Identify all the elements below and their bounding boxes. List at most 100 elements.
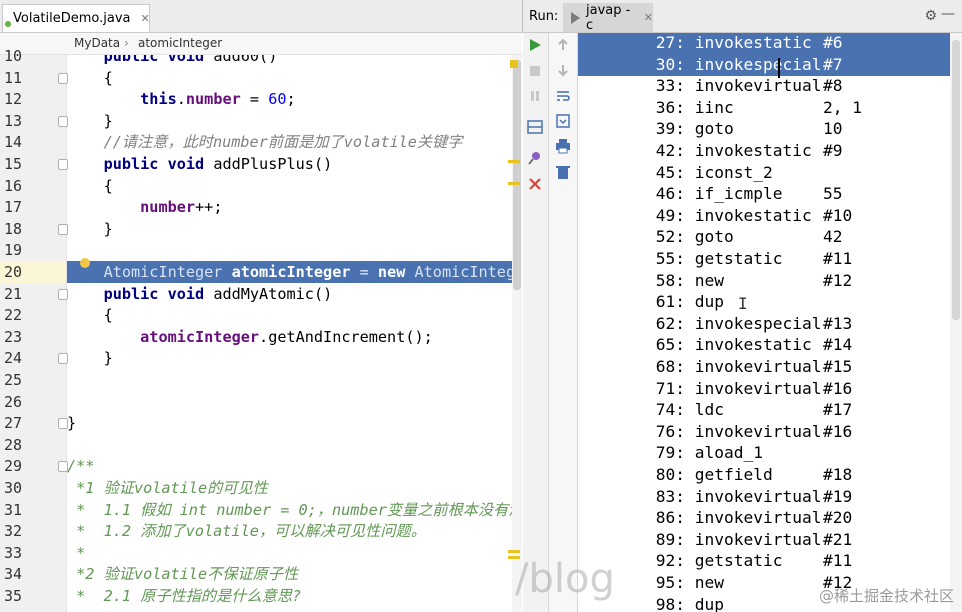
- bytecode-offset: 58:: [655, 270, 685, 290]
- console-line[interactable]: 76: invokevirtual#16: [578, 421, 962, 443]
- console-line[interactable]: 89: invokevirtual#21: [578, 529, 962, 551]
- dump-threads-button[interactable]: [527, 119, 543, 135]
- code-line[interactable]: {: [67, 67, 522, 89]
- bytecode-instruction: invokespecial: [685, 313, 822, 333]
- code-line[interactable]: public void addMyAtomic(): [67, 283, 522, 305]
- bytecode-operand: #15: [823, 357, 853, 376]
- console-line[interactable]: 92: getstatic #11: [578, 550, 962, 572]
- breadcrumb-field[interactable]: atomicInteger: [138, 36, 222, 50]
- rerun-button[interactable]: [527, 37, 543, 53]
- code-line[interactable]: }: [67, 412, 522, 434]
- console-line[interactable]: 83: invokevirtual#19: [578, 486, 962, 508]
- console-line[interactable]: 62: invokespecial#13: [578, 313, 962, 335]
- code-line[interactable]: public void addPlusPlus(): [67, 153, 522, 175]
- warning-marker[interactable]: [508, 182, 520, 185]
- run-toolbar: [523, 33, 549, 612]
- console-line[interactable]: 46: if_icmple 55: [578, 183, 962, 205]
- console-line[interactable]: 36: iinc 2, 1: [578, 97, 962, 119]
- line-number: 30: [3, 479, 22, 497]
- gear-icon[interactable]: ⚙: [924, 8, 937, 24]
- run-label: Run:: [529, 9, 559, 24]
- bytecode-offset: 27:: [655, 33, 685, 52]
- console-line[interactable]: 39: goto 10: [578, 118, 962, 140]
- code-line[interactable]: * 1.1 假如 int number = 0;，number变量之前根本没有添…: [67, 499, 522, 521]
- code-line[interactable]: *: [67, 542, 522, 564]
- code-line[interactable]: * 2.1 原子性指的是什么意思?: [67, 585, 522, 607]
- code-line[interactable]: [67, 434, 522, 456]
- code-line[interactable]: [67, 239, 522, 261]
- console-line[interactable]: 52: goto 42: [578, 226, 962, 248]
- console-line[interactable]: 33: invokevirtual#8: [578, 75, 962, 97]
- console-line[interactable]: 58: new #12: [578, 270, 962, 292]
- console-line[interactable]: 80: getfield #18: [578, 464, 962, 486]
- code-line[interactable]: atomicInteger.getAndIncrement();: [67, 326, 522, 348]
- console-line[interactable]: 71: invokevirtual#16: [578, 378, 962, 400]
- bytecode-offset: 45:: [655, 162, 685, 182]
- line-number: 17: [3, 198, 22, 217]
- code-line[interactable]: public void add60(): [67, 55, 522, 67]
- bytecode-instruction: if_icmple: [685, 184, 783, 204]
- code-line[interactable]: }: [67, 110, 522, 132]
- console-line[interactable]: 65: invokestatic #14: [578, 334, 962, 356]
- editor-scrollbar-thumb[interactable]: [513, 60, 521, 290]
- close-run-tab-icon[interactable]: ✕: [644, 11, 653, 24]
- code-line[interactable]: AtomicInteger atomicInteger = new Atomic…: [67, 261, 522, 283]
- code-line[interactable]: [67, 391, 522, 413]
- code-line[interactable]: /**: [67, 455, 522, 477]
- intention-bulb-icon[interactable]: [80, 258, 90, 268]
- settings-button[interactable]: [527, 150, 543, 166]
- console-line[interactable]: 42: invokestatic #9: [578, 140, 962, 162]
- console-line[interactable]: 49: invokestatic #10: [578, 205, 962, 227]
- soft-wrap-button[interactable]: [555, 88, 571, 104]
- code-line[interactable]: * 1.2 添加了volatile，可以解决可见性问题。: [67, 520, 522, 542]
- warning-marker[interactable]: [508, 550, 520, 553]
- clear-all-button[interactable]: [555, 164, 571, 180]
- breadcrumb-class[interactable]: MyData: [74, 36, 120, 50]
- scroll-up-button[interactable]: [555, 37, 571, 53]
- console-line[interactable]: 68: invokevirtual#15: [578, 356, 962, 378]
- bytecode-instruction: new: [685, 573, 724, 592]
- line-number: 11: [3, 68, 22, 87]
- print-button[interactable]: [555, 138, 571, 154]
- console-line[interactable]: 74: ldc #17: [578, 399, 962, 421]
- code-line[interactable]: this.number = 60;: [67, 88, 522, 110]
- bytecode-offset: 33:: [655, 76, 685, 96]
- line-number: 15: [3, 155, 22, 173]
- console-line[interactable]: 79: aload_1: [578, 442, 962, 464]
- console-line[interactable]: 86: invokevirtual#20: [578, 507, 962, 529]
- console-line[interactable]: 30: invokespecial#7: [578, 53, 962, 76]
- file-tab[interactable]: VolatileDemo.java ✕: [2, 4, 150, 32]
- run-tab[interactable]: javap -c ✕: [563, 3, 653, 33]
- scroll-to-end-button[interactable]: [555, 113, 571, 129]
- warning-marker[interactable]: [508, 160, 520, 163]
- code-line[interactable]: }: [67, 218, 522, 240]
- console-line[interactable]: 55: getstatic #11: [578, 248, 962, 270]
- code-line[interactable]: [67, 369, 522, 391]
- close-tab-icon[interactable]: ✕: [141, 12, 150, 25]
- code-line[interactable]: }: [67, 347, 522, 369]
- code-line[interactable]: number++;: [67, 196, 522, 218]
- scroll-down-button[interactable]: [555, 62, 571, 78]
- line-number: 31: [3, 500, 22, 519]
- code-area[interactable]: public void add60() { this.number = 60; …: [67, 55, 522, 612]
- bytecode-instruction: aload_1: [685, 443, 763, 463]
- console-line[interactable]: 45: iconst_2: [578, 162, 962, 184]
- console-output[interactable]: 27: invokestatic #6 30: invokespecial#7 33:…: [578, 33, 962, 612]
- console-scrollbar-thumb[interactable]: [952, 40, 960, 320]
- code-line[interactable]: {: [67, 175, 522, 197]
- console-line[interactable]: 27: invokestatic #6: [578, 33, 962, 54]
- bytecode-instruction: ldc: [685, 400, 724, 420]
- minimize-icon[interactable]: —: [941, 6, 955, 22]
- code-line[interactable]: {: [67, 304, 522, 326]
- stop-button[interactable]: [527, 63, 543, 79]
- bytecode-offset: 89:: [655, 529, 685, 549]
- console-line[interactable]: 61: dup: [578, 291, 962, 313]
- pause-button[interactable]: [527, 88, 543, 104]
- code-line[interactable]: //请注意，此时number前面是加了volatile关键字: [67, 131, 522, 153]
- close-button[interactable]: [527, 176, 543, 192]
- bytecode-operand: #16: [823, 421, 853, 441]
- bytecode-instruction: goto: [685, 119, 734, 139]
- code-line[interactable]: *2 验证volatile不保证原子性: [67, 563, 522, 585]
- code-line[interactable]: *1 验证volatile的可见性: [67, 477, 522, 499]
- warning-marker[interactable]: [510, 60, 518, 68]
